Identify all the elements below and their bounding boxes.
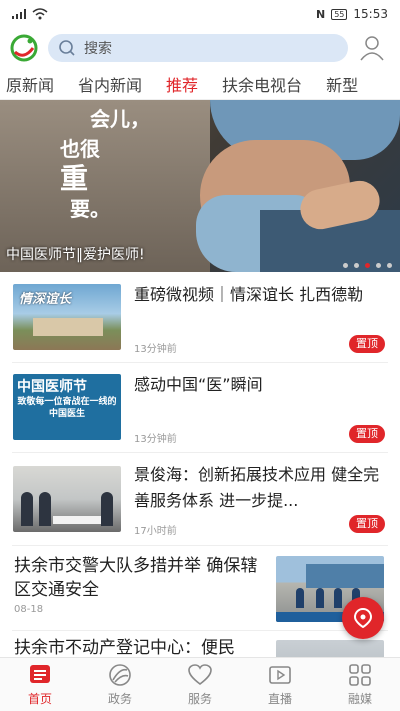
app-logo-icon xyxy=(10,34,38,62)
carousel-dot-active xyxy=(365,263,370,268)
gov-icon xyxy=(109,664,131,686)
thumb-desk xyxy=(53,516,103,524)
banner-slogan-line: 要。 xyxy=(70,197,110,221)
banner-slogan-line: 会儿， xyxy=(90,107,150,131)
tab-new-type[interactable]: 新型 xyxy=(314,72,370,96)
divider xyxy=(12,545,388,546)
pinned-badge: 置顶 xyxy=(349,335,385,353)
news-item[interactable]: 中国医师节 致敬每一位奋战在一线的中国医生 感动中国“医”瞬间 13分钟前 置顶 xyxy=(0,370,400,450)
grid-icon xyxy=(349,664,371,686)
news-thumbnail: 情深谊长 xyxy=(13,284,121,350)
nav-home[interactable]: 首页 xyxy=(0,658,80,711)
banner-slogan-line: 也很 xyxy=(60,137,100,161)
banner-caption: 中国医师节‖爱护医师! xyxy=(6,247,145,263)
carousel-indicator xyxy=(343,263,392,268)
nav-label: 服务 xyxy=(187,692,212,706)
thumb-person xyxy=(334,588,342,608)
thumb-person xyxy=(39,492,51,526)
tab-recommend[interactable]: 推荐 xyxy=(154,72,210,96)
tab-province-news[interactable]: 省内新闻 xyxy=(66,72,154,96)
user-profile-icon[interactable] xyxy=(358,34,386,62)
news-thumbnail xyxy=(13,466,121,532)
thumb-person xyxy=(101,492,113,526)
carousel-dot xyxy=(387,263,392,268)
search-header: 搜索 xyxy=(0,28,400,68)
live-icon xyxy=(269,666,291,684)
nav-label: 直播 xyxy=(267,692,292,706)
divider xyxy=(12,630,388,631)
banner-slogan-line: 重 xyxy=(60,162,89,195)
nav-media[interactable]: 融媒 xyxy=(320,658,400,711)
search-icon xyxy=(59,40,75,56)
news-time: 17小时前 xyxy=(134,526,177,537)
signal-icon xyxy=(12,9,26,19)
carousel-dot xyxy=(354,263,359,268)
search-input[interactable]: 搜索 xyxy=(48,34,348,62)
nav-government[interactable]: 政务 xyxy=(80,658,160,711)
clock: 15:53 xyxy=(353,7,388,21)
thumb-building xyxy=(306,564,384,588)
channel-tabs: 原新闻 省内新闻 推荐 扶余电视台 新型 xyxy=(0,68,400,100)
bottom-nav: 首页 政务 服务 直播 融媒 xyxy=(0,657,400,711)
status-left xyxy=(12,8,48,20)
news-time: 08-18 xyxy=(14,604,44,615)
wifi-icon xyxy=(32,8,48,20)
location-pin-icon xyxy=(353,607,373,629)
banner-carousel[interactable]: 会儿， 也很 重 要。 中国医师节‖爱护医师! xyxy=(0,100,400,272)
news-title: 扶余市交警大队多措并举 确保辖区交通安全 xyxy=(14,556,258,600)
divider xyxy=(12,452,388,453)
news-title: 扶余市不动产登记中心：便民 xyxy=(14,638,235,658)
tab-fuyu-tv[interactable]: 扶余电视台 xyxy=(210,72,314,96)
news-title: 感动中国“医”瞬间 xyxy=(134,375,263,394)
thumb-text: 中国医师节 xyxy=(17,379,87,395)
status-right: N 55 15:53 xyxy=(316,7,388,21)
banner-slogan: 会儿， 也很 重 要。 xyxy=(60,104,150,224)
news-title: 重磅微视频｜情深谊长 扎西德勒 xyxy=(134,285,364,304)
battery-icon: 55 xyxy=(331,8,348,20)
carousel-dot xyxy=(343,263,348,268)
news-item[interactable]: 扶余市不动产登记中心：便民 xyxy=(0,636,400,658)
news-thumbnail xyxy=(276,640,384,658)
heart-icon xyxy=(188,664,212,686)
thumb-text: 情深谊长 xyxy=(19,292,72,307)
news-item[interactable]: 扶余市交警大队多措并举 确保辖区交通安全 08-18 xyxy=(0,552,400,632)
carousel-dot xyxy=(376,263,381,268)
thumb-person xyxy=(316,588,324,608)
nav-label: 政务 xyxy=(107,692,132,706)
nav-label: 首页 xyxy=(27,692,52,706)
news-time: 13分钟前 xyxy=(134,344,177,355)
battery-level: 55 xyxy=(334,9,345,19)
thumb-person xyxy=(21,492,33,526)
thumb-text: 致敬每一位奋战在一线的中国医生 xyxy=(17,397,117,419)
news-item[interactable]: 景俊海：创新拓展技术应用 健全完善服务体系 进一步提... 17小时前 置顶 xyxy=(0,460,400,540)
nfc-icon: N xyxy=(316,7,326,21)
nav-label: 融媒 xyxy=(347,692,372,706)
news-thumbnail: 中国医师节 致敬每一位奋战在一线的中国医生 xyxy=(13,374,121,440)
pinned-badge: 置顶 xyxy=(349,515,385,533)
news-title: 景俊海：创新拓展技术应用 健全完善服务体系 进一步提... xyxy=(134,465,380,510)
news-time: 13分钟前 xyxy=(134,434,177,445)
news-item[interactable]: 情深谊长 重磅微视频｜情深谊长 扎西德勒 13分钟前 置顶 xyxy=(0,280,400,360)
home-icon xyxy=(30,665,50,683)
thumb-building xyxy=(33,318,103,336)
nav-service[interactable]: 服务 xyxy=(160,658,240,711)
status-bar: N 55 15:53 xyxy=(0,0,400,28)
pinned-badge: 置顶 xyxy=(349,425,385,443)
tab-yuan-news[interactable]: 原新闻 xyxy=(0,72,66,96)
divider xyxy=(12,362,388,363)
location-button[interactable] xyxy=(342,597,384,639)
thumb-person xyxy=(296,588,304,608)
search-placeholder: 搜索 xyxy=(84,41,112,57)
nav-live[interactable]: 直播 xyxy=(240,658,320,711)
